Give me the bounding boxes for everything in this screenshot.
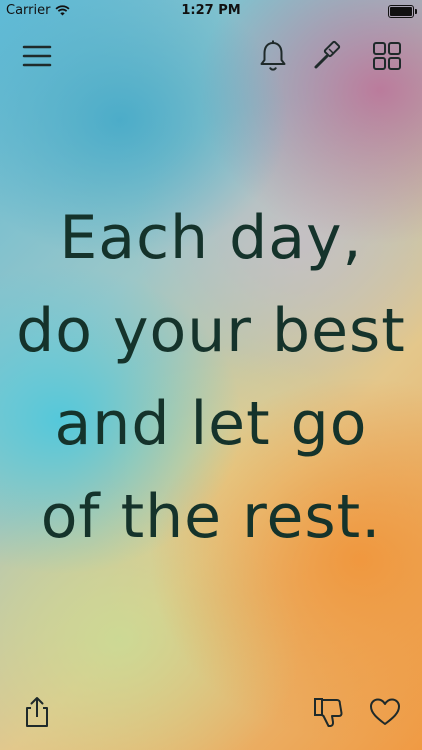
share-icon: [26, 697, 48, 727]
thumbs-down-icon: [314, 698, 343, 727]
dislike-button[interactable]: [311, 694, 347, 730]
grid-icon: [373, 42, 401, 70]
status-bar: Carrier 1:27 PM: [0, 0, 422, 22]
like-button[interactable]: [367, 694, 403, 730]
paint-brush-icon: [314, 40, 341, 69]
quote-line: Each day,: [59, 203, 363, 273]
quote-line: of the rest.: [40, 482, 382, 552]
quote-line: do your best: [16, 296, 406, 366]
quote-text: Each day, do your best and let go of the…: [0, 192, 422, 564]
share-button[interactable]: [19, 694, 55, 730]
hamburger-menu-icon: [22, 45, 52, 67]
notifications-button[interactable]: [255, 38, 291, 74]
quote-line: and let go: [54, 389, 368, 459]
theme-button[interactable]: [309, 38, 345, 74]
menu-button[interactable]: [19, 38, 55, 74]
battery-icon: [388, 5, 417, 18]
heart-icon: [370, 698, 400, 725]
bell-icon: [260, 40, 286, 71]
clock: 1:27 PM: [181, 3, 241, 18]
categories-button[interactable]: [369, 38, 405, 74]
